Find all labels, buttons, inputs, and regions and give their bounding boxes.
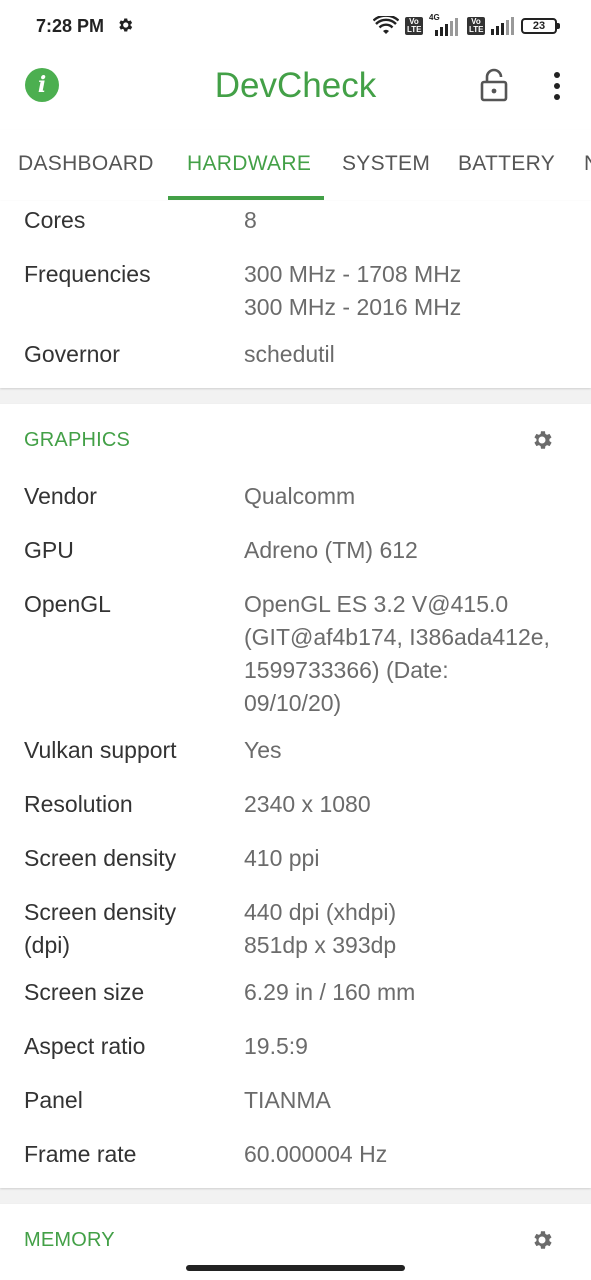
- info-row: Governor schedutil: [24, 338, 574, 371]
- active-tab-indicator: [168, 196, 324, 200]
- info-row: OpenGL OpenGL ES 3.2 V@415.0 (GIT@af4b17…: [24, 588, 574, 720]
- row-value: 440 dpi (xhdpi) 851dp x 393dp: [244, 896, 574, 962]
- value-line: (GIT@af4b174, I386ada412e,: [244, 624, 550, 650]
- row-value: 60.000004 Hz: [244, 1141, 388, 1167]
- row-label: Aspect ratio: [24, 1033, 146, 1059]
- signal-4g: 4G: [429, 13, 461, 36]
- value-line: 1599733366) (Date:: [244, 657, 449, 683]
- row-label: Frame rate: [24, 1141, 137, 1167]
- section-title: MEMORY: [24, 1229, 115, 1251]
- volte-badge-2: Vo LTE: [467, 17, 485, 35]
- label-line: (dpi): [24, 932, 71, 958]
- tab-next[interactable]: N: [584, 152, 591, 176]
- row-label: Governor: [24, 341, 120, 367]
- status-bar: 7:28 PM Vo LTE 4G Vo LTE 23: [0, 0, 591, 54]
- row-label: Screen density (dpi): [24, 896, 234, 962]
- value-line: 440 dpi (xhdpi): [244, 899, 397, 925]
- gear-icon[interactable]: [530, 428, 554, 452]
- tab-battery[interactable]: BATTERY: [458, 152, 555, 176]
- value-line: 300 MHz - 2016 MHz: [244, 294, 462, 320]
- signal-bars-icon-2: [491, 17, 514, 35]
- row-value: 410 ppi: [244, 845, 320, 871]
- info-row: Screen density (dpi) 440 dpi (xhdpi) 851…: [24, 896, 574, 962]
- row-value: schedutil: [244, 341, 335, 367]
- row-label: OpenGL: [24, 591, 111, 617]
- battery-icon: 23: [521, 18, 560, 34]
- row-value: 2340 x 1080: [244, 791, 371, 817]
- row-value: Yes: [244, 737, 282, 763]
- row-label: GPU: [24, 537, 74, 563]
- info-row: Aspect ratio 19.5:9: [24, 1030, 574, 1063]
- row-label: Screen density: [24, 845, 177, 871]
- lock-icon[interactable]: [480, 68, 508, 102]
- row-label: Resolution: [24, 791, 133, 817]
- signal-bars-icon: [435, 18, 458, 36]
- more-vert-icon[interactable]: [546, 70, 568, 102]
- status-icons: Vo LTE 4G Vo LTE 23: [373, 13, 560, 37]
- row-label: Cores: [24, 207, 86, 233]
- row-value: TIANMA: [244, 1087, 331, 1113]
- info-row: Panel TIANMA: [24, 1084, 574, 1117]
- info-row: Screen density 410 ppi: [24, 842, 574, 875]
- row-value: 19.5:9: [244, 1033, 308, 1059]
- row-label: Panel: [24, 1087, 83, 1113]
- status-time: 7:28 PM: [36, 16, 105, 36]
- value-line: 300 MHz - 1708 MHz: [244, 261, 462, 287]
- info-row: Frame rate 60.000004 Hz: [24, 1138, 574, 1171]
- row-value: 6.29 in / 160 mm: [244, 979, 416, 1005]
- info-row: GPU Adreno (TM) 612: [24, 534, 574, 567]
- row-value: Adreno (TM) 612: [244, 537, 418, 563]
- row-label: Frequencies: [24, 261, 151, 287]
- volte-badge-1: Vo LTE: [405, 17, 423, 35]
- label-line: Screen density: [24, 899, 177, 925]
- row-label: Vulkan support: [24, 737, 177, 763]
- row-value: 8: [244, 207, 257, 233]
- row-value: Qualcomm: [244, 483, 356, 509]
- info-row: Vulkan support Yes: [24, 734, 574, 767]
- cpu-card: Cores 8 Frequencies 300 MHz - 1708 MHz 3…: [0, 201, 591, 388]
- value-line: OpenGL ES 3.2 V@415.0: [244, 591, 509, 617]
- info-row: Frequencies 300 MHz - 1708 MHz 300 MHz -…: [24, 258, 574, 324]
- value-line: 09/10/20): [244, 690, 342, 716]
- row-label: Vendor: [24, 483, 97, 509]
- row-value: 300 MHz - 1708 MHz 300 MHz - 2016 MHz: [244, 258, 574, 324]
- info-row: Screen size 6.29 in / 160 mm: [24, 976, 574, 1009]
- gear-icon[interactable]: [530, 1228, 554, 1252]
- tab-system[interactable]: SYSTEM: [342, 152, 430, 176]
- gesture-nav-handle[interactable]: [186, 1265, 405, 1271]
- info-row: Cores 8: [24, 204, 574, 237]
- value-line: 851dp x 393dp: [244, 932, 397, 958]
- graphics-card: GRAPHICS Vendor Qualcomm GPU Adreno (TM)…: [0, 404, 591, 1188]
- wifi-icon: [373, 16, 399, 34]
- row-value: OpenGL ES 3.2 V@415.0 (GIT@af4b174, I386…: [244, 588, 584, 720]
- row-label: Screen size: [24, 979, 145, 1005]
- settings-gear-icon: [119, 18, 133, 32]
- info-row: Vendor Qualcomm: [24, 480, 574, 513]
- app-bar: i DevCheck: [0, 54, 591, 130]
- info-row: Resolution 2340 x 1080: [24, 788, 574, 821]
- tab-bar: DASHBOARD HARDWARE SYSTEM BATTERY N: [0, 130, 591, 201]
- tab-dashboard[interactable]: DASHBOARD: [18, 152, 154, 176]
- tab-hardware[interactable]: HARDWARE: [187, 152, 311, 176]
- section-title: GRAPHICS: [24, 429, 131, 451]
